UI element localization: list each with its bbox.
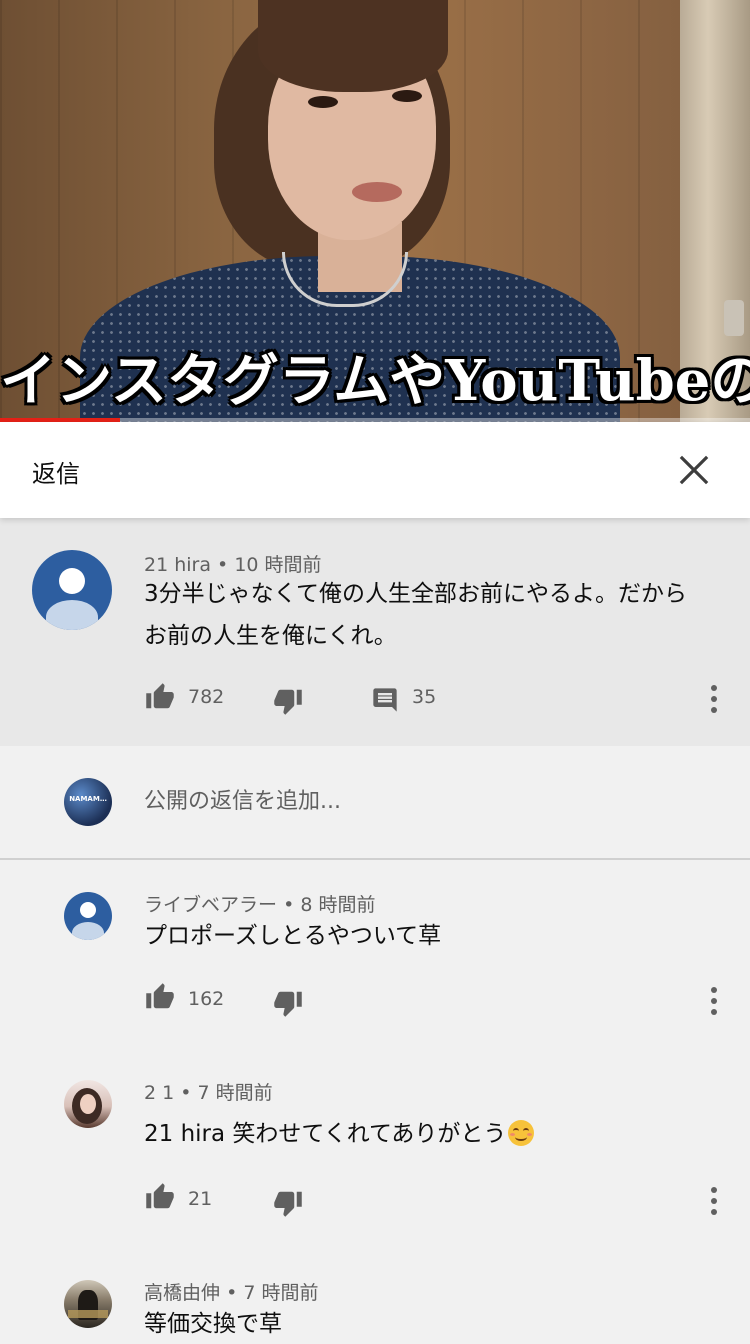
video-player[interactable]: インスタグラムやYouTubeの — [0, 0, 750, 422]
more-vert-icon — [711, 696, 717, 702]
like-count: 162 — [188, 988, 225, 1010]
reply-text: プロポーズしとるやついて草 — [144, 923, 442, 949]
more-options-button[interactable] — [704, 986, 724, 1016]
reply-time: 7 時間前 — [197, 1082, 273, 1104]
close-button[interactable] — [674, 450, 714, 490]
avatar-body — [72, 922, 104, 940]
more-vert-icon — [711, 1009, 717, 1015]
reply-author[interactable]: 2 1 — [144, 1082, 174, 1104]
comment-icon — [373, 688, 397, 712]
replies-header: 返信 — [0, 422, 750, 518]
reply-meta: ライブベアラー • 8 時間前 — [144, 890, 375, 917]
thumbs-down-icon — [274, 1191, 302, 1217]
avatar-glow — [68, 1310, 108, 1318]
avatar[interactable] — [64, 1080, 112, 1128]
thumbs-down-icon — [274, 689, 302, 715]
avatar[interactable] — [64, 892, 112, 940]
meta-separator: • — [226, 1282, 238, 1304]
reply-text-content: 21 hira 笑わせてくれてありがとう — [144, 1121, 507, 1147]
reply-meta: 高橋由伸 • 7 時間前 — [144, 1278, 318, 1305]
comment-time: 10 時間前 — [234, 554, 322, 576]
reply-author[interactable]: ライブベアラー — [144, 894, 277, 916]
left-eye — [308, 96, 338, 108]
more-vert-icon — [711, 1187, 717, 1193]
more-options-button[interactable] — [704, 684, 724, 714]
reply-meta: 2 1 • 7 時間前 — [144, 1078, 273, 1105]
meta-separator: • — [283, 894, 295, 916]
video-caption: インスタグラムやYouTubeの — [0, 348, 750, 414]
reply-count-button[interactable] — [370, 686, 400, 714]
dislike-button[interactable] — [272, 1188, 304, 1218]
close-icon — [679, 455, 709, 485]
more-vert-icon — [711, 1198, 717, 1204]
my-avatar: NAMAM… — [64, 778, 112, 826]
like-button[interactable] — [144, 682, 176, 712]
more-vert-icon — [711, 987, 717, 993]
smiling-face-emoji — [508, 1120, 535, 1146]
meta-separator: • — [180, 1082, 192, 1104]
comment-text-line: 3分半じゃなくて俺の人生全部お前にやるよ。だから — [144, 581, 687, 607]
door-handle — [724, 300, 744, 336]
comment-text-line: お前の人生を俺にくれ。 — [144, 623, 397, 649]
right-eye — [392, 90, 422, 102]
mouth — [352, 182, 402, 202]
parent-comment: 21 hira • 10 時間前 3分半じゃなくて俺の人生全部お前にやるよ。だか… — [0, 518, 750, 746]
reply-count: 35 — [412, 686, 437, 708]
reply-text: 等価交換で草 — [144, 1311, 282, 1337]
reply-input[interactable]: 公開の返信を追加... — [144, 782, 704, 822]
like-button[interactable] — [144, 982, 176, 1012]
add-reply-box: NAMAM… 公開の返信を追加... — [0, 746, 750, 860]
reply-text: 21 hira 笑わせてくれてありがとう — [144, 1114, 535, 1154]
avatar[interactable] — [32, 550, 112, 630]
more-vert-icon — [711, 1209, 717, 1215]
thumbs-up-icon — [146, 683, 174, 709]
dislike-button[interactable] — [272, 686, 304, 716]
like-button[interactable] — [144, 1182, 176, 1212]
comment-author[interactable]: 21 hira — [144, 554, 211, 576]
dislike-button[interactable] — [272, 988, 304, 1018]
more-vert-icon — [711, 685, 717, 691]
thumbs-down-icon — [274, 991, 302, 1017]
avatar-face — [80, 1094, 96, 1114]
avatar-head — [59, 568, 85, 594]
more-vert-icon — [711, 998, 717, 1004]
person-bangs — [258, 0, 448, 92]
reply-time: 8 時間前 — [300, 894, 376, 916]
comment-meta: 21 hira • 10 時間前 — [144, 550, 322, 577]
more-vert-icon — [711, 707, 717, 713]
like-count: 782 — [188, 686, 225, 708]
thumbs-up-icon — [146, 1183, 174, 1209]
my-avatar-text: NAMAM… — [69, 795, 107, 803]
avatar-head — [80, 902, 96, 918]
more-options-button[interactable] — [704, 1186, 724, 1216]
avatar[interactable] — [64, 1280, 112, 1328]
reply-author[interactable]: 高橋由伸 — [144, 1282, 220, 1304]
reply-time: 7 時間前 — [243, 1282, 319, 1304]
meta-separator: • — [217, 554, 229, 576]
thumbs-up-icon — [146, 983, 174, 1009]
like-count: 21 — [188, 1188, 213, 1210]
avatar-body — [46, 600, 98, 630]
panel-title: 返信 — [32, 460, 80, 488]
